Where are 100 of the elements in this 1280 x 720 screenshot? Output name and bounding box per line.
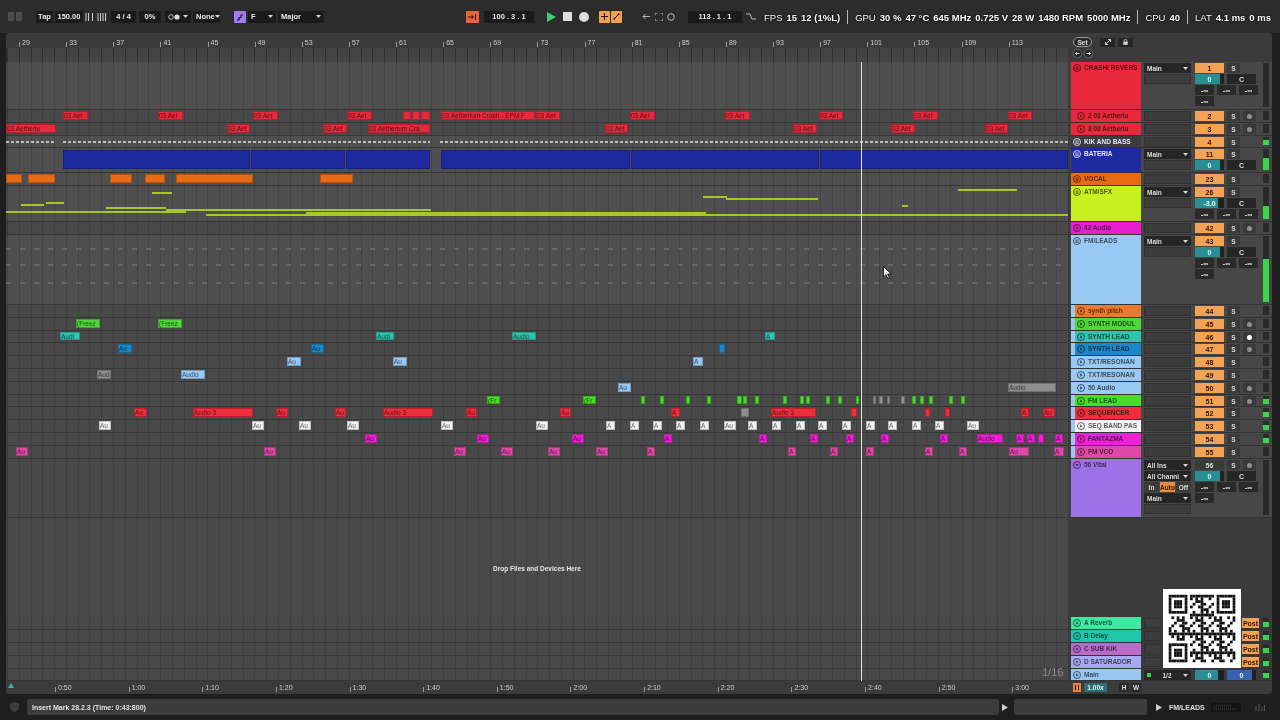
clip[interactable]	[851, 408, 857, 417]
lock-button[interactable]	[1118, 37, 1133, 47]
step-line-icon[interactable]	[746, 13, 756, 20]
circle-triangle-icon[interactable]	[1073, 658, 1081, 666]
clip[interactable]	[838, 396, 842, 404]
play-icon[interactable]	[547, 11, 556, 22]
clip[interactable]	[707, 396, 711, 404]
play-icon[interactable]	[1002, 703, 1008, 711]
clip[interactable]	[879, 396, 883, 404]
circle-triangle-icon[interactable]	[1077, 435, 1085, 443]
follow-button[interactable]	[466, 10, 479, 23]
circle-triangle-icon[interactable]	[1073, 632, 1081, 640]
circle-triangle-icon[interactable]	[1077, 307, 1085, 315]
clip[interactable]	[441, 150, 630, 169]
clip[interactable]	[63, 150, 250, 169]
routing-field[interactable]	[1144, 504, 1191, 514]
metric-value: 12 (1%L)	[801, 11, 841, 23]
meter-icon	[1210, 702, 1241, 712]
clip[interactable]	[145, 174, 165, 183]
expand-button[interactable]	[1100, 37, 1115, 47]
circle-triangle-icon[interactable]	[1077, 448, 1085, 456]
clip[interactable]	[800, 396, 804, 404]
caret-icon	[1183, 673, 1188, 677]
circle-triangle-icon[interactable]	[1077, 320, 1085, 328]
circle-lines-icon[interactable]	[1073, 64, 1081, 72]
circle-triangle-icon[interactable]	[1073, 671, 1081, 679]
circle-triangle-icon[interactable]	[1077, 371, 1085, 379]
clip[interactable]	[320, 174, 353, 183]
clip[interactable]	[873, 396, 876, 404]
circle-triangle-icon[interactable]	[1073, 224, 1081, 232]
routing-field[interactable]	[1144, 160, 1191, 170]
routing-field[interactable]	[1144, 74, 1191, 84]
circle-arrow-left-icon[interactable]	[1073, 49, 1082, 58]
clip[interactable]	[826, 396, 830, 404]
circle-triangle-icon[interactable]	[1073, 619, 1081, 627]
circle-triangle-icon[interactable]	[1077, 112, 1085, 120]
stop-icon[interactable]	[563, 12, 572, 21]
circle-triangle-icon[interactable]	[1077, 384, 1085, 392]
clip[interactable]	[961, 396, 965, 404]
circle-arrow-right-icon[interactable]	[1084, 49, 1093, 58]
circle-triangle-icon[interactable]	[1073, 461, 1081, 469]
double-bar-icon[interactable]	[1073, 682, 1081, 692]
arrow-left-icon[interactable]	[642, 13, 650, 20]
clip[interactable]	[741, 408, 749, 417]
clip[interactable]	[755, 396, 759, 404]
clip[interactable]	[412, 111, 420, 120]
metric-value: 15	[786, 11, 798, 23]
clip[interactable]	[887, 396, 890, 404]
clip[interactable]	[110, 174, 132, 183]
clip[interactable]	[820, 150, 1068, 169]
clip[interactable]	[660, 396, 664, 404]
clip[interactable]	[6, 174, 22, 183]
routing-field[interactable]	[1144, 247, 1191, 257]
clip[interactable]	[920, 396, 924, 404]
circle-lines-icon[interactable]	[1073, 175, 1081, 183]
routing-field[interactable]	[1144, 198, 1191, 208]
clip[interactable]	[929, 396, 933, 404]
clip[interactable]	[251, 150, 345, 169]
circle-triangle-icon[interactable]	[1077, 397, 1085, 405]
beat-ruler[interactable]	[6, 48, 1068, 62]
clip[interactable]	[856, 396, 859, 404]
circle-triangle-icon[interactable]	[1077, 422, 1085, 430]
circle-triangle-icon[interactable]	[1077, 125, 1085, 133]
two-panels-icon[interactable]	[8, 12, 22, 21]
clip[interactable]	[176, 174, 253, 183]
circle-lines-icon[interactable]	[1073, 237, 1081, 245]
automation-arm-button[interactable]	[611, 10, 622, 23]
clip[interactable]	[403, 111, 411, 120]
clip[interactable]	[912, 396, 916, 404]
clip[interactable]	[806, 396, 810, 404]
circle-triangle-icon[interactable]	[1077, 409, 1085, 417]
clip[interactable]	[743, 396, 747, 404]
clip[interactable]	[421, 111, 430, 120]
clip[interactable]	[1038, 434, 1044, 443]
clip[interactable]	[783, 396, 787, 404]
bars-icon[interactable]	[85, 12, 95, 21]
overdub-button[interactable]	[599, 10, 610, 23]
clip[interactable]	[925, 408, 930, 417]
mode-dropdown[interactable]	[165, 10, 191, 23]
clip[interactable]	[737, 396, 742, 404]
circle-lines-icon[interactable]	[1073, 188, 1081, 196]
clip[interactable]	[346, 150, 430, 169]
circle-triangle-icon[interactable]	[1073, 645, 1081, 653]
play-icon[interactable]	[1156, 703, 1162, 711]
circle-triangle-icon[interactable]	[1077, 358, 1085, 366]
clip[interactable]	[631, 150, 819, 169]
scale-mode-button[interactable]	[234, 10, 246, 23]
clip[interactable]	[949, 396, 953, 404]
circle-icon[interactable]	[667, 12, 675, 21]
clip[interactable]	[901, 396, 905, 404]
clip[interactable]	[28, 174, 55, 183]
arm-button[interactable]	[1243, 332, 1256, 342]
clip[interactable]	[945, 408, 950, 417]
clip[interactable]	[641, 396, 645, 404]
circle-triangle-icon[interactable]	[1077, 333, 1085, 341]
clip[interactable]	[686, 396, 690, 404]
clip[interactable]	[719, 344, 725, 353]
circle-triangle-icon[interactable]	[1077, 345, 1085, 353]
record-icon[interactable]	[579, 11, 589, 22]
expand-icon[interactable]	[655, 12, 663, 21]
